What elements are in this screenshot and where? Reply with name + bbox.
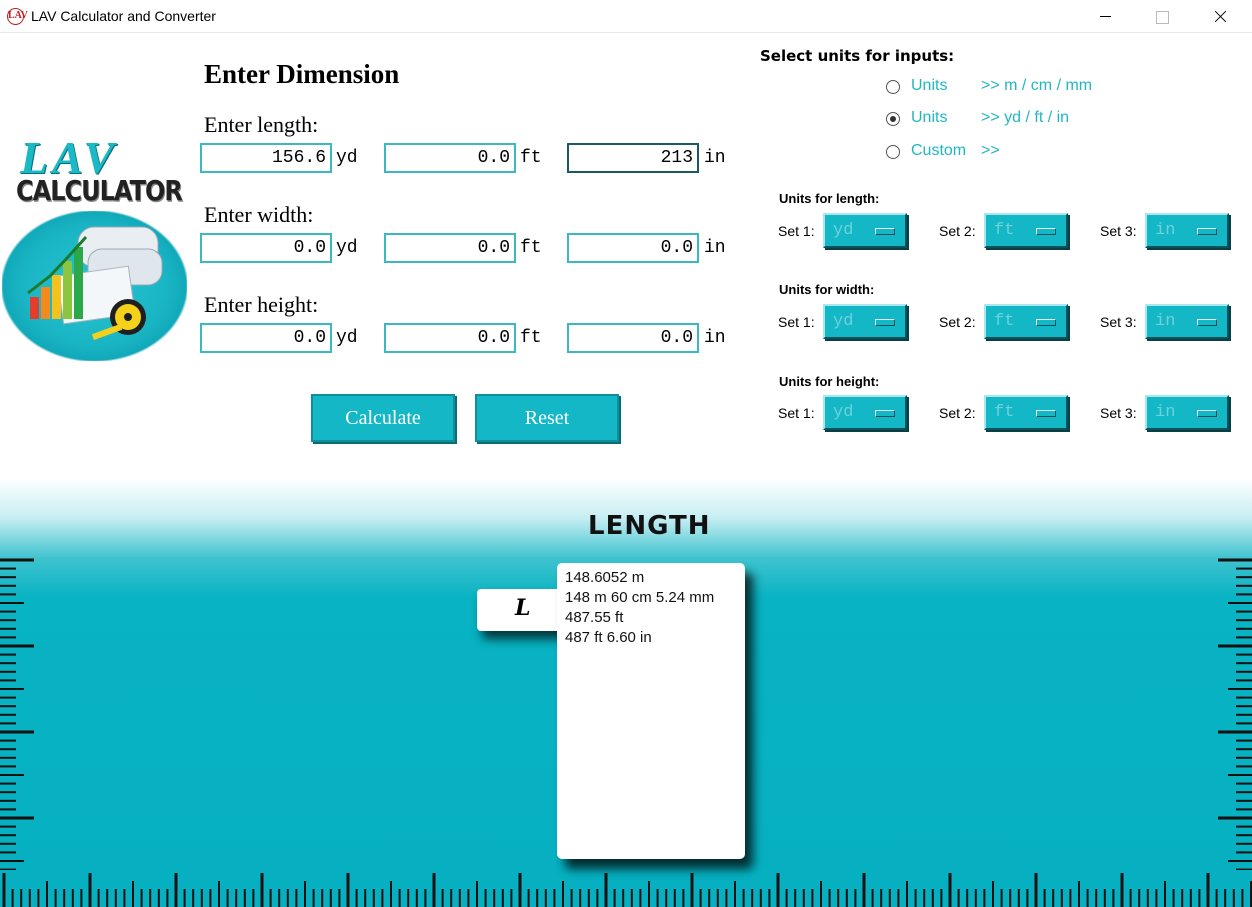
width-set1-select[interactable]: yd [823, 304, 907, 339]
dropdown-indicator-icon [1197, 319, 1217, 326]
length-units-title: Units for length: [779, 191, 880, 206]
width-set3-value: in [1155, 312, 1176, 331]
width-set2-label: Set 2: [939, 314, 976, 330]
height-set3-label: Set 3: [1100, 405, 1137, 421]
height-set2-value: ft [994, 403, 1015, 422]
logo-subtitle: CALCULATOR [16, 174, 183, 208]
length-set3-value: in [1155, 221, 1176, 240]
height-yd-unit: yd [336, 328, 358, 348]
width-set1-value: yd [833, 312, 854, 331]
width-set1-label: Set 1: [778, 314, 815, 330]
height-yd-input[interactable]: 0.0 [200, 323, 332, 353]
result-line: 487.55 ft [565, 609, 624, 626]
width-yd-input[interactable]: 0.0 [200, 233, 332, 263]
length-in-unit: in [704, 148, 726, 168]
radio-custom-desc: >> [981, 142, 1000, 159]
dropdown-indicator-icon [1036, 228, 1056, 235]
width-in-input[interactable]: 0.0 [567, 233, 699, 263]
length-set2-select[interactable]: ft [984, 213, 1068, 248]
length-set1-label: Set 1: [778, 223, 815, 239]
height-ft-unit: ft [520, 328, 542, 348]
width-ft-input[interactable]: 0.0 [384, 233, 516, 263]
height-set1-select[interactable]: yd [823, 395, 907, 430]
left-ruler [0, 558, 34, 870]
length-set1-value: yd [833, 221, 854, 240]
radio-custom-button[interactable] [886, 145, 900, 159]
width-units-title: Units for width: [779, 282, 875, 297]
radio-custom-label: Custom [911, 142, 967, 159]
height-ft-input[interactable]: 0.0 [384, 323, 516, 353]
dropdown-indicator-icon [1197, 410, 1217, 417]
result-panel: 148.6052 m 148 m 60 cm 5.24 mm 487.55 ft… [557, 563, 745, 859]
height-set3-value: in [1155, 403, 1176, 422]
length-set3-select[interactable]: in [1145, 213, 1229, 248]
close-button[interactable] [1197, 0, 1243, 33]
width-label: Enter width: [204, 202, 314, 227]
length-ft-input[interactable]: 0.0 [384, 143, 516, 173]
bottom-ruler [2, 873, 1252, 907]
dropdown-indicator-icon [875, 410, 895, 417]
dropdown-indicator-icon [1036, 410, 1056, 417]
dimension-tag: L [477, 589, 565, 631]
result-title: LENGTH [588, 511, 711, 541]
dropdown-indicator-icon [875, 319, 895, 326]
right-ruler [1218, 558, 1252, 870]
page-title: Enter Dimension [204, 59, 400, 89]
result-line: 487 ft 6.60 in [565, 629, 652, 646]
width-set2-value: ft [994, 312, 1015, 331]
radio-metric-button[interactable] [886, 80, 900, 94]
radio-metric-label: Units [911, 77, 948, 94]
logo-illustration-icon [27, 226, 163, 340]
result-line: 148.6052 m [565, 569, 645, 586]
length-in-input[interactable]: 213 [567, 143, 699, 173]
radio-imperial-label: Units [911, 109, 948, 126]
dimension-tag-letter: L [515, 595, 531, 621]
width-set2-select[interactable]: ft [984, 304, 1068, 339]
height-in-unit: in [704, 328, 726, 348]
height-set2-select[interactable]: ft [984, 395, 1068, 430]
width-in-unit: in [704, 238, 726, 258]
dropdown-indicator-icon [1197, 228, 1217, 235]
length-ft-unit: ft [520, 148, 542, 168]
length-set1-select[interactable]: yd [823, 213, 907, 248]
title-bar: LAV LAV Calculator and Converter [0, 0, 1252, 33]
length-set2-label: Set 2: [939, 223, 976, 239]
height-set1-value: yd [833, 403, 854, 422]
unit-select-title: Select units for inputs: [760, 47, 955, 65]
width-set3-label: Set 3: [1100, 314, 1137, 330]
radio-imperial-button[interactable] [886, 112, 900, 126]
length-set3-label: Set 3: [1100, 223, 1137, 239]
reset-button[interactable]: Reset [475, 394, 619, 442]
calculate-button[interactable]: Calculate [311, 394, 455, 442]
width-ft-unit: ft [520, 238, 542, 258]
height-units-title: Units for height: [779, 374, 880, 389]
height-in-input[interactable]: 0.0 [567, 323, 699, 353]
length-yd-input[interactable]: 156.6 [200, 143, 332, 173]
height-set1-label: Set 1: [778, 405, 815, 421]
minimize-button[interactable] [1083, 0, 1129, 33]
length-set2-value: ft [994, 221, 1015, 240]
length-label: Enter length: [204, 112, 319, 137]
radio-metric-desc: >> m / cm / mm [981, 77, 1093, 94]
window-title: LAV Calculator and Converter [31, 8, 216, 24]
height-set3-select[interactable]: in [1145, 395, 1229, 430]
maximize-button[interactable] [1139, 0, 1185, 33]
length-yd-unit: yd [336, 148, 358, 168]
result-line: 148 m 60 cm 5.24 mm [565, 589, 715, 606]
logo: LAV CALCULATOR [0, 131, 190, 366]
height-label: Enter height: [204, 292, 319, 317]
radio-imperial-desc: >> yd / ft / in [981, 109, 1070, 126]
app-icon: LAV [7, 8, 28, 25]
main-content: LAV CALCULATOR Enter Dimension Enter len… [0, 33, 1252, 907]
width-yd-unit: yd [336, 238, 358, 258]
height-set2-label: Set 2: [939, 405, 976, 421]
dropdown-indicator-icon [875, 228, 895, 235]
width-set3-select[interactable]: in [1145, 304, 1229, 339]
dropdown-indicator-icon [1036, 319, 1056, 326]
